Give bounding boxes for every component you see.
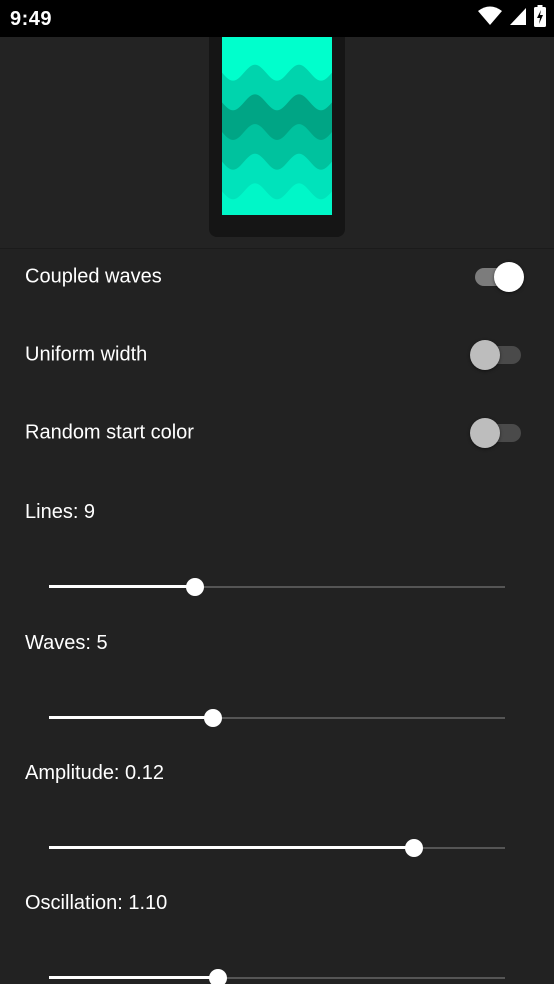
slider-thumb[interactable] — [208, 969, 227, 984]
coupled-waves-switch[interactable] — [470, 260, 524, 294]
cell-signal-icon — [508, 6, 528, 31]
phone-preview-frame — [209, 37, 345, 237]
status-time: 9:49 — [10, 8, 53, 30]
random-start-color-row[interactable]: Random start color — [0, 394, 554, 472]
lines-setting: Lines: 9 — [0, 501, 554, 631]
battery-charging-icon — [534, 4, 546, 32]
slider-fill — [49, 716, 214, 719]
slider-fill — [49, 976, 218, 979]
wallpaper-preview — [0, 37, 554, 249]
uniform-width-label: Uniform width — [25, 343, 148, 366]
status-icons — [478, 4, 546, 32]
lines-slider[interactable] — [49, 577, 505, 597]
uniform-width-row[interactable]: Uniform width — [0, 316, 554, 394]
amplitude-setting: Amplitude: 0.12 — [0, 762, 554, 892]
oscillation-label: Oscillation: 1.10 — [25, 892, 168, 914]
oscillation-slider[interactable] — [49, 968, 505, 984]
switch-thumb — [470, 418, 500, 448]
coupled-waves-row[interactable]: Coupled waves — [0, 238, 554, 316]
slider-thumb[interactable] — [185, 578, 204, 596]
lines-label: Lines: 9 — [25, 501, 96, 523]
uniform-width-switch[interactable] — [470, 338, 524, 372]
wifi-icon — [478, 6, 502, 31]
waves-setting: Waves: 5 — [0, 632, 554, 762]
slider-thumb[interactable] — [204, 709, 223, 727]
coupled-waves-label: Coupled waves — [25, 265, 162, 288]
slider-fill — [49, 585, 195, 588]
random-start-color-label: Random start color — [25, 421, 194, 444]
oscillation-setting: Oscillation: 1.10 — [0, 892, 554, 984]
status-bar: 9:49 — [0, 0, 554, 37]
wave-preview — [222, 37, 332, 215]
slider-thumb[interactable] — [404, 839, 423, 857]
amplitude-label: Amplitude: 0.12 — [25, 762, 164, 784]
waves-slider[interactable] — [49, 708, 505, 728]
waves-label: Waves: 5 — [25, 632, 108, 654]
slider-fill — [49, 846, 414, 849]
amplitude-slider[interactable] — [49, 838, 505, 858]
switch-thumb — [470, 340, 500, 370]
switch-thumb — [494, 262, 524, 292]
random-start-color-switch[interactable] — [470, 416, 524, 450]
